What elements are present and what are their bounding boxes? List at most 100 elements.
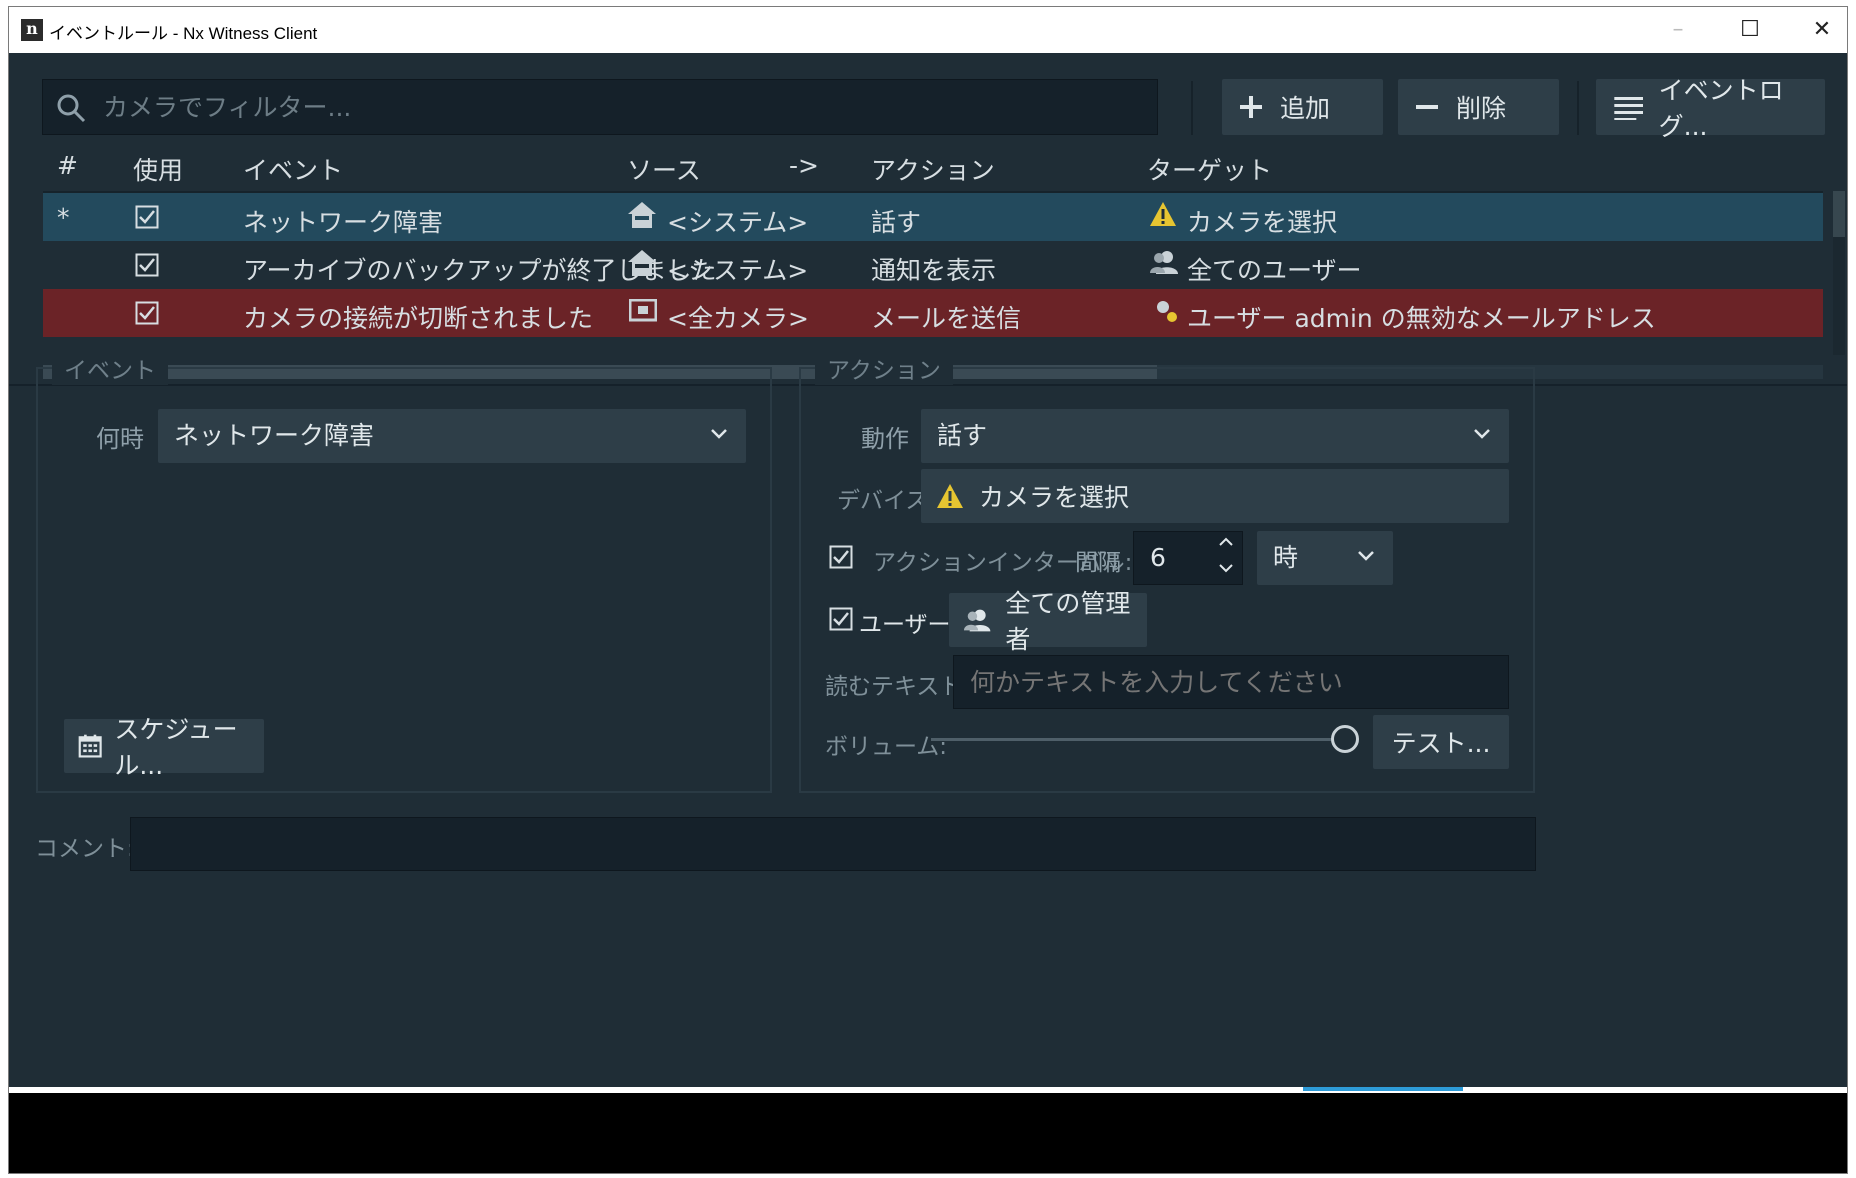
calendar-icon: [78, 734, 102, 758]
add-rule-label: 追加: [1280, 94, 1331, 123]
column-header-event[interactable]: イベント: [243, 151, 343, 187]
interval-checkbox[interactable]: [829, 545, 853, 569]
volume-slider-track[interactable]: [931, 738, 1345, 741]
schedule-label: スケジュール...: [114, 715, 238, 780]
action-type-select[interactable]: 話す: [921, 409, 1509, 463]
minimize-button[interactable]: –: [1643, 7, 1713, 53]
when-label: 何時: [96, 425, 144, 453]
plus-icon: [1240, 96, 1262, 118]
column-header-target[interactable]: ターゲット: [1147, 151, 1272, 187]
row-target: ユーザー admin の無効なメールアドレス: [1187, 304, 1656, 333]
delete-rule-label: 削除: [1456, 94, 1507, 123]
table-vertical-scrollbar[interactable]: [1833, 191, 1845, 355]
interval-value: 6: [1150, 543, 1166, 572]
window-title: イベントルール - Nx Witness Client: [49, 24, 318, 43]
warning-icon: [1150, 202, 1176, 226]
camera-icon: [629, 299, 657, 322]
scrollbar-thumb[interactable]: [1833, 191, 1845, 237]
minus-icon: [1416, 105, 1438, 109]
event-rules-window: n イベントルール - Nx Witness Client – ☐ ✕ 追加 削…: [8, 6, 1848, 1174]
device-label: デバイス: [837, 488, 929, 514]
row-action: メールを送信: [871, 304, 1022, 333]
row-target: カメラを選択: [1187, 208, 1338, 237]
row-event: ネットワーク障害: [243, 208, 444, 237]
toolbar-divider: [1191, 81, 1193, 135]
event-group: イベント 何時 ネットワーク障害 スケジュール...: [36, 351, 772, 793]
rules-table: * ネットワーク障害 <システム> 話す カメラを選択 アーカイブのバックアップ…: [43, 191, 1823, 355]
table-row[interactable]: カメラの接続が切断されました <全カメラ> メールを送信 ユーザー admin …: [43, 289, 1823, 337]
search-icon: [57, 94, 86, 123]
rules-table-header: # 使用 イベント ソース -> アクション ターゲット: [43, 141, 1823, 191]
dialog-content: 追加 削除 イベントログ... # 使用 イベント ソース -> アクション タ…: [9, 53, 1847, 1093]
maximize-button[interactable]: ☐: [1715, 7, 1785, 53]
users-checkbox[interactable]: [829, 607, 853, 631]
interval-spinbox[interactable]: 6: [1133, 531, 1243, 585]
warning-icon: [937, 484, 963, 508]
table-row[interactable]: アーカイブのバックアップが終了しました <システム> 通知を表示 全てのユーザー: [43, 241, 1823, 289]
row-number: *: [57, 203, 70, 232]
chevron-down-icon: [1474, 429, 1490, 439]
close-button[interactable]: ✕: [1787, 7, 1847, 53]
comment-input[interactable]: [130, 817, 1536, 871]
chevron-down-icon: [711, 429, 727, 439]
event-log-button[interactable]: イベントログ...: [1596, 76, 1825, 141]
home-icon: [628, 250, 656, 276]
app-icon: n: [21, 19, 43, 41]
column-header-action[interactable]: アクション: [871, 151, 995, 187]
comment-label: コメント:: [35, 836, 135, 862]
row-source: <システム>: [667, 256, 809, 285]
volume-label: ボリューム:: [825, 734, 948, 760]
action-group: アクション 動作 話す デバイス カメラを選択 アクションインターバル: 間隔: [799, 351, 1535, 793]
interval-unit-value: 時: [1273, 543, 1299, 572]
action-type-value: 話す: [937, 421, 988, 450]
column-header-arrow[interactable]: ->: [789, 151, 819, 180]
column-header-source[interactable]: ソース: [627, 151, 701, 187]
users-value: 全ての管理者: [1005, 589, 1131, 654]
row-event: カメラの接続が切断されました: [243, 304, 594, 333]
schedule-button[interactable]: スケジュール...: [64, 715, 264, 780]
add-rule-button[interactable]: 追加: [1222, 79, 1383, 135]
row-source: <全カメラ>: [667, 304, 809, 333]
focus-highlight: [1303, 1087, 1463, 1091]
chevron-down-icon[interactable]: [1218, 562, 1234, 574]
test-button[interactable]: テスト...: [1373, 715, 1509, 769]
event-type-value: ネットワーク障害: [174, 421, 375, 450]
action-group-title: アクション: [815, 351, 953, 385]
users-icon: [963, 609, 991, 632]
users-icon: [1150, 251, 1178, 274]
toolbar-divider: [1577, 81, 1579, 135]
enabled-checkbox[interactable]: [135, 253, 159, 277]
chevron-down-icon: [1358, 551, 1374, 561]
interval-every-label: 間隔: [1075, 550, 1121, 576]
column-header-number[interactable]: #: [57, 151, 78, 180]
title-bar: n イベントルール - Nx Witness Client – ☐ ✕: [9, 7, 1847, 53]
table-row[interactable]: * ネットワーク障害 <システム> 話す カメラを選択: [43, 193, 1823, 241]
bottom-edge: [9, 1087, 1847, 1093]
row-source: <システム>: [667, 208, 809, 237]
text-to-speak-label: 読むテキスト:: [825, 674, 971, 700]
chevron-up-icon[interactable]: [1218, 536, 1234, 548]
row-action: 話す: [871, 208, 922, 237]
event-log-label: イベントログ...: [1658, 76, 1784, 141]
list-icon: [1614, 97, 1643, 120]
device-value: カメラを選択: [979, 483, 1130, 512]
users-label: ユーザー: [859, 612, 951, 638]
row-target: 全てのユーザー: [1187, 256, 1362, 285]
test-label: テスト...: [1391, 729, 1491, 758]
row-action: 通知を表示: [871, 256, 997, 285]
text-to-speak-input[interactable]: [953, 655, 1509, 709]
device-select-button[interactable]: カメラを選択: [921, 469, 1509, 523]
home-icon: [628, 202, 656, 228]
enabled-checkbox[interactable]: [135, 301, 159, 325]
interval-unit-select[interactable]: 時: [1257, 531, 1393, 585]
camera-filter-input[interactable]: [103, 80, 1143, 134]
user-icon: [1157, 301, 1177, 322]
volume-slider-handle[interactable]: [1331, 725, 1359, 753]
event-type-select[interactable]: ネットワーク障害: [158, 409, 746, 463]
users-select-button[interactable]: 全ての管理者: [949, 589, 1147, 654]
enabled-checkbox[interactable]: [135, 205, 159, 229]
delete-rule-button[interactable]: 削除: [1398, 79, 1559, 135]
column-header-enabled[interactable]: 使用: [133, 151, 183, 187]
event-group-title: イベント: [52, 351, 168, 385]
camera-filter-box: [42, 79, 1158, 135]
